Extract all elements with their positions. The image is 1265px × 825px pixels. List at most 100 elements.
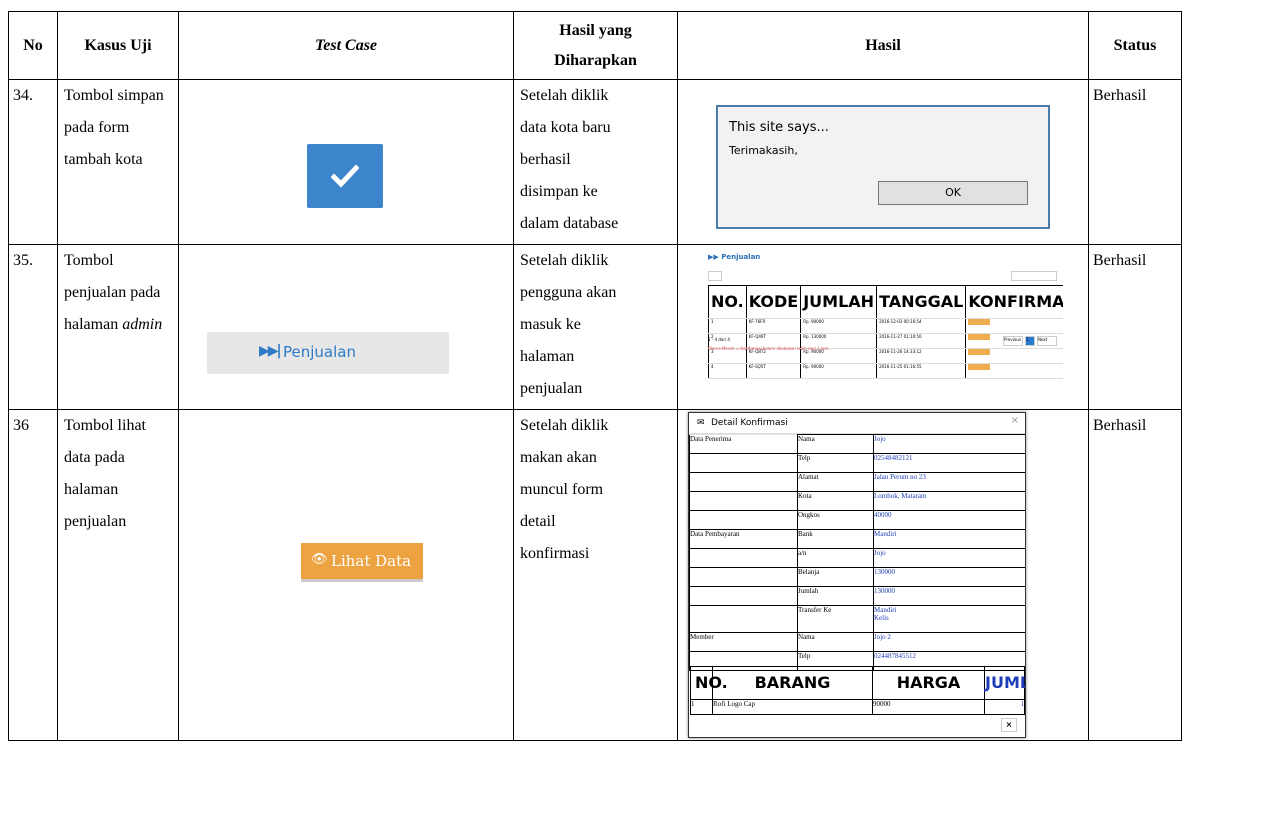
field-value: Jalan Perum no 23 bbox=[873, 472, 1025, 492]
field-label: Nama bbox=[797, 434, 874, 454]
mini-cell: 2016-12-03 00:16:54 bbox=[876, 318, 967, 334]
field-label: Kota bbox=[797, 491, 874, 511]
modal-header: ✉ Detail Konfirmasi × bbox=[689, 413, 1025, 434]
kasus-uji-text: Tombol simpan pada form tambah kota bbox=[58, 80, 178, 176]
field-label: a/n bbox=[797, 548, 874, 568]
mini-pager: Previous 1 Next bbox=[1003, 336, 1057, 346]
mini-table-note: Warna Merah = Konfirmasi belum dilakukan… bbox=[708, 346, 830, 351]
field-label: Alamat bbox=[797, 472, 874, 492]
mini-cell: 1 bbox=[708, 318, 747, 334]
field-label: Ongkos bbox=[797, 510, 874, 530]
harapan-line: Setelah diklik bbox=[520, 87, 609, 104]
mini-cell: Rp. 90000 bbox=[800, 318, 878, 334]
harapan-line: makan akan bbox=[520, 449, 597, 466]
header-hasil-diharapkan: Hasil yang Diharapkan bbox=[513, 11, 678, 80]
barang-cell: Rofi Logo Cap bbox=[712, 699, 873, 715]
mini-col-header: NO. bbox=[708, 285, 747, 319]
field-label: Belanja bbox=[797, 567, 874, 587]
modal-title: Detail Konfirmasi bbox=[711, 418, 788, 428]
detail-konfirmasi-table: Data Penerima Nama Jojo Telp 02548482121… bbox=[689, 434, 1025, 671]
hasil-diharapkan-text: Setelah diklik makan akan muncul form de… bbox=[514, 410, 677, 570]
kasus-uji-text: Tombol lihat data pada halaman penjualan bbox=[58, 410, 178, 538]
mini-col-header: TANGGAL bbox=[876, 285, 967, 319]
mini-cell: 2016-11-27 01:10:50 bbox=[876, 333, 967, 349]
harapan-line: penjualan bbox=[520, 380, 583, 397]
hasil-diharapkan-text: Setelah diklik data kota baru berhasil d… bbox=[514, 80, 677, 240]
lihat-data-button[interactable]: 👁 Lihat Data bbox=[301, 543, 423, 582]
kasus-line: Tombol lihat bbox=[64, 417, 146, 434]
check-icon bbox=[331, 164, 359, 188]
header-hasil-diharapkan-line1: Hasil yang bbox=[559, 21, 632, 39]
kasus-line: penjualan pada bbox=[64, 284, 161, 301]
table-row-36: 36 Tombol lihat data pada halaman penjua… bbox=[8, 409, 1182, 741]
barang-cell: 90000 bbox=[872, 699, 985, 715]
barang-cell: 1 bbox=[690, 699, 713, 715]
penjualan-page-screenshot: ▶▶ Penjualan NO. KODE JUMLAH TANGGAL KON… bbox=[706, 249, 1063, 407]
field-label: Jumlah bbox=[797, 586, 874, 606]
mini-pager-page[interactable]: 1 bbox=[1025, 336, 1035, 346]
mini-konfirmasi-badge[interactable] bbox=[968, 364, 991, 370]
mini-cell: KF-SQ5T bbox=[745, 363, 802, 379]
mini-page-size-select[interactable] bbox=[708, 271, 722, 281]
kasus-line: Tombol bbox=[64, 252, 114, 269]
dialog-ok-button[interactable]: OK bbox=[878, 181, 1028, 205]
harapan-line: masuk ke bbox=[520, 316, 581, 333]
alert-dialog: This site says... Terimakasih, OK bbox=[716, 105, 1050, 229]
kasus-line: Tombol simpan bbox=[64, 87, 164, 104]
barang-cell: 1 bbox=[984, 699, 1025, 715]
kasus-italic-word: admin bbox=[122, 316, 163, 333]
mini-konfirmasi-badge[interactable] bbox=[968, 319, 991, 325]
field-value: Mandiri bbox=[873, 529, 1025, 549]
kasus-line: halaman bbox=[64, 481, 119, 498]
field-value-line: Kelis bbox=[874, 614, 889, 622]
harapan-line: detail bbox=[520, 513, 556, 530]
mini-col-header: KODE bbox=[745, 285, 802, 319]
field-label: Bank bbox=[797, 529, 874, 549]
close-icon[interactable]: × bbox=[1011, 415, 1019, 426]
harapan-line: berhasil bbox=[520, 151, 571, 168]
harapan-line: Setelah diklik bbox=[520, 417, 609, 434]
header-row: No Kasus Uji Test Case Hasil yang Dihara… bbox=[8, 11, 1182, 80]
envelope-icon: ✉ bbox=[697, 418, 705, 428]
header-kasus-uji: Kasus Uji bbox=[57, 11, 179, 80]
harapan-line: konfirmasi bbox=[520, 545, 590, 562]
modal-close-button[interactable]: × bbox=[1001, 718, 1017, 732]
mini-search-input[interactable] bbox=[1011, 271, 1057, 281]
harapan-line: disimpan ke bbox=[520, 183, 598, 200]
mini-cell: 2016-11-26 14:33:12 bbox=[876, 348, 967, 364]
kasus-line: tambah kota bbox=[64, 151, 143, 168]
field-value-line: Mandiri bbox=[874, 606, 897, 614]
mini-pager-prev[interactable]: Previous bbox=[1003, 336, 1023, 346]
dialog-message: Terimakasih, bbox=[729, 144, 798, 157]
header-hasil-diharapkan-line2: Diharapkan bbox=[554, 51, 637, 69]
field-value: 40000 bbox=[873, 510, 1025, 530]
mini-cell: 4 bbox=[708, 363, 747, 379]
mini-konfirmasi-badge[interactable] bbox=[968, 334, 991, 340]
mini-cell: Rp. 90000 bbox=[800, 363, 878, 379]
field-value: 130000 bbox=[873, 567, 1025, 587]
table-row-34: 34. Tombol simpan pada form tambah kota … bbox=[8, 79, 1182, 245]
header-hasil: Hasil bbox=[677, 11, 1089, 80]
harapan-line: dalam database bbox=[520, 215, 619, 232]
penjualan-button[interactable]: ▶▶| Penjualan bbox=[207, 332, 449, 374]
mini-col-header: KONFIRMASI bbox=[965, 285, 1063, 319]
lihat-data-button-label: Lihat Data bbox=[331, 552, 412, 570]
section-label-penerima: Data Penerima bbox=[689, 434, 798, 454]
field-value: Jojo 2 bbox=[873, 632, 1025, 652]
barang-col-header: NO. bbox=[690, 666, 728, 700]
mini-pager-next[interactable]: Next bbox=[1037, 336, 1057, 346]
mini-konfirmasi-badge[interactable] bbox=[968, 349, 991, 355]
field-label: Telp bbox=[797, 453, 874, 473]
save-button[interactable] bbox=[307, 144, 383, 208]
barang-table: NO. BARANG HARGA JUMLAH 1 Rofi Logo Cap … bbox=[690, 666, 1025, 715]
barang-col-header: JUMLAH bbox=[984, 666, 1025, 700]
field-label: Nama bbox=[797, 632, 874, 652]
mini-title-text: Penjualan bbox=[721, 253, 761, 261]
field-value: Jojo bbox=[873, 548, 1025, 568]
test-case-table: No Kasus Uji Test Case Hasil yang Dihara… bbox=[8, 11, 1182, 741]
harapan-line: data kota baru bbox=[520, 119, 611, 136]
row-number: 35. bbox=[13, 252, 33, 269]
kasus-word: halaman bbox=[64, 316, 119, 333]
barang-row: 1 Rofi Logo Cap 90000 1 bbox=[690, 699, 1025, 715]
kasus-line: pada form bbox=[64, 119, 130, 136]
